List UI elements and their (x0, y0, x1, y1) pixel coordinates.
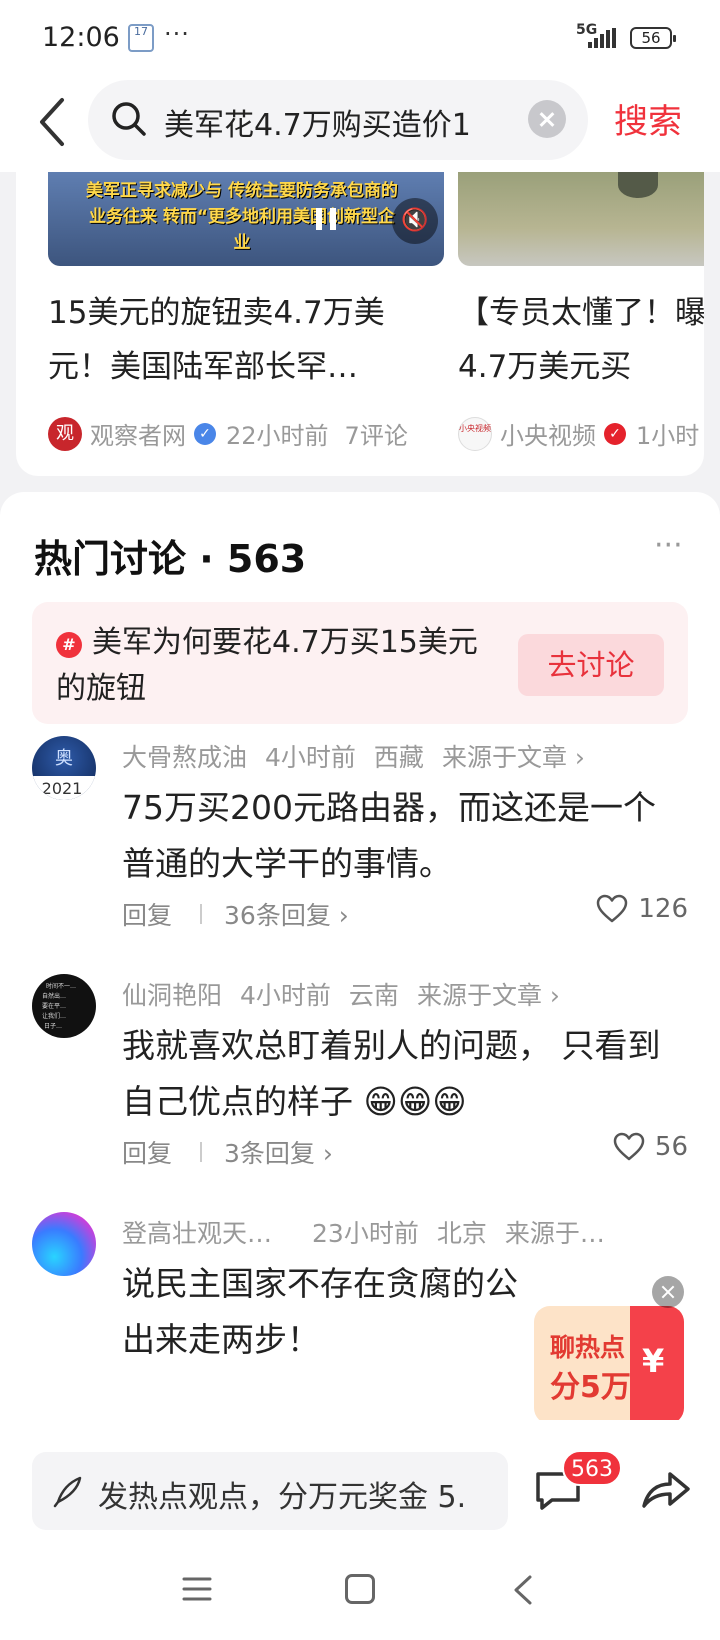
signal-icon (588, 28, 616, 48)
topic-card[interactable]: # 美军为何要花4.7万买15美元的旋钮 去讨论 (32, 602, 688, 724)
svg-text:日子…: 日子… (44, 1023, 62, 1030)
close-icon[interactable] (652, 1276, 684, 1308)
verified-icon: ✓ (604, 422, 626, 445)
video-meta: 观 观察者网 ✓ 22小时前 7评论 (48, 416, 444, 451)
menu-icon[interactable] (182, 1576, 212, 1602)
source-logo: 小央视频 (458, 416, 492, 451)
comment-count-badge: 563 (562, 1450, 622, 1486)
svg-text:奥: 奥 (55, 748, 73, 769)
svg-text:自然出…: 自然出… (42, 992, 66, 1000)
comment-time: 4小时前 (265, 743, 356, 772)
video-time: 1小时 (636, 422, 700, 450)
video-card[interactable]: 【专员太懂了！曝用4.7万美元买 小央视频 小央视频 ✓ 1小时 (458, 172, 704, 451)
comment-meta: 登高壮观天… 23小时前 北京 来源于… (122, 1214, 623, 1250)
username[interactable]: 仙洞艳阳 (122, 976, 222, 1012)
heart-icon (613, 1132, 645, 1161)
promo-badge[interactable]: ¥ 聊热点 分5万 (534, 1296, 684, 1424)
status-time: 12:06 (42, 22, 120, 53)
svg-text:2021: 2021 (42, 779, 83, 798)
comment-text[interactable]: 75万买200元路由器，而这还是一个普通的大学干的事情。 (122, 780, 682, 892)
video-meta: 小央视频 小央视频 ✓ 1小时 (458, 416, 704, 451)
avatar[interactable]: 时间不一… 自然出… 要在平… 让我们… 日子… (32, 974, 96, 1038)
home-icon[interactable] (345, 1574, 375, 1604)
comment-meta: 大骨熬成油 4小时前 西藏 来源于文章 › (122, 738, 603, 774)
comment-count: 7评论 (344, 422, 408, 450)
view-replies-button[interactable]: 3条回复 › (224, 1134, 333, 1170)
compose-placeholder: 发热点观点，分万元奖金 5. (98, 1480, 467, 1515)
search-button[interactable]: 搜索 (614, 94, 682, 143)
comment-text[interactable]: 说民主国家不存在贪腐的公出来走两步！ (122, 1256, 522, 1368)
promo-line1: 聊热点 (550, 1333, 626, 1362)
search-header: 美军花4.7万购买造价1 搜索 (0, 76, 720, 172)
avatar[interactable]: 奥 2021 (32, 736, 96, 800)
thumbnail-caption: 美军正寻求减少与 传统主要防务承包商的业务往来 转而“更多地利用美国创新型企业 (86, 181, 398, 253)
comment-source-link[interactable]: 来源于文章 › (417, 976, 560, 1012)
mute-icon[interactable]: 🔇 (392, 198, 438, 244)
reply-button[interactable]: 回复 (122, 1134, 172, 1170)
comment-time: 23小时前 (312, 1219, 419, 1248)
pause-icon[interactable] (316, 208, 336, 230)
bottom-action-bar: 发热点观点，分万元奖金 5. 563 (0, 1420, 720, 1540)
battery-icon: 56 (630, 27, 676, 49)
search-icon (112, 102, 146, 136)
video-title-text: 【专员太懂了！曝用4.7万美元买 (458, 295, 704, 385)
more-notifications-icon: ··· (164, 20, 190, 48)
svg-text:要在平…: 要在平… (42, 1002, 66, 1010)
username[interactable]: 大骨熬成油 (122, 738, 247, 774)
comment-time: 4小时前 (240, 981, 331, 1010)
comment-source-link[interactable]: 来源于文章 › (442, 738, 585, 774)
pen-icon (53, 1476, 82, 1508)
avatar[interactable] (32, 1212, 96, 1276)
comment-actions: 回复 3条回复 › (122, 1134, 333, 1170)
svg-text:让我们…: 让我们… (42, 1012, 66, 1020)
heart-icon (597, 894, 628, 923)
comment-meta: 仙洞艳阳 4小时前 云南 来源于文章 › (122, 976, 578, 1012)
search-box[interactable]: 美军花4.7万购买造价1 (88, 80, 588, 160)
back-button[interactable] (32, 92, 80, 152)
like-count: 126 (638, 894, 688, 924)
go-discuss-button[interactable]: 去讨论 (518, 634, 664, 696)
back-icon[interactable] (512, 1574, 534, 1606)
source-name[interactable]: 观察者网 (90, 416, 186, 451)
comment-location: 云南 (348, 981, 399, 1010)
video-title[interactable]: 15美元的旋钮卖4.7万美元！美国陆军部长罕… (48, 286, 444, 394)
status-bar: 12:06 17 ··· 5G 56 (0, 0, 720, 76)
compose-input[interactable]: 发热点观点，分万元奖金 5. (32, 1452, 508, 1530)
more-icon[interactable]: ··· (654, 528, 683, 563)
video-thumbnail[interactable]: 美军正寻求减少与 传统主要防务承包商的业务往来 转而“更多地利用美国创新型企业 … (48, 172, 444, 266)
like-count: 56 (654, 1132, 688, 1162)
calendar-icon: 17 (128, 24, 154, 52)
promo-line2: 分5万 (550, 1370, 631, 1405)
chevron-left-icon (40, 98, 64, 146)
video-card[interactable]: 美军正寻求减少与 传统主要防务承包商的业务往来 转而“更多地利用美国创新型企业 … (48, 172, 444, 451)
video-card-row: 美军正寻求减少与 传统主要防务承包商的业务往来 转而“更多地利用美国创新型企业 … (16, 172, 704, 476)
search-input[interactable]: 美军花4.7万购买造价1 (164, 100, 524, 144)
verified-icon: ✓ (194, 422, 216, 445)
comment-location: 西藏 (373, 743, 424, 772)
video-title[interactable]: 【专员太懂了！曝用4.7万美元买 (458, 286, 704, 394)
comment-source-link[interactable]: 来源于… (505, 1214, 605, 1250)
reply-button[interactable]: 回复 (122, 896, 172, 932)
video-time: 22小时前 (226, 422, 329, 450)
comment-text[interactable]: 我就喜欢总盯着别人的问题， 只看到自己优点的样子 😁😁😁 (122, 1018, 682, 1130)
yen-icon: ¥ (642, 1342, 665, 1380)
username[interactable]: 登高壮观天… (122, 1214, 272, 1250)
source-logo: 观 (48, 416, 82, 451)
like-button[interactable]: 56 (613, 1132, 688, 1162)
comment-location: 北京 (436, 1219, 487, 1248)
discussion-title: 热门讨论 · 563 (34, 537, 307, 581)
system-nav-bar (0, 1540, 720, 1640)
clear-icon[interactable] (528, 100, 566, 138)
like-button[interactable]: 126 (596, 894, 688, 924)
view-replies-button[interactable]: 36条回复 › (224, 896, 349, 932)
share-icon[interactable] (640, 1466, 692, 1512)
topic-text[interactable]: 美军为何要花4.7万买15美元的旋钮 (56, 620, 496, 712)
source-name[interactable]: 小央视频 (500, 416, 596, 451)
comment-actions: 回复 36条回复 › (122, 896, 349, 932)
video-thumbnail[interactable] (458, 172, 704, 266)
svg-text:时间不一…: 时间不一… (46, 982, 76, 990)
